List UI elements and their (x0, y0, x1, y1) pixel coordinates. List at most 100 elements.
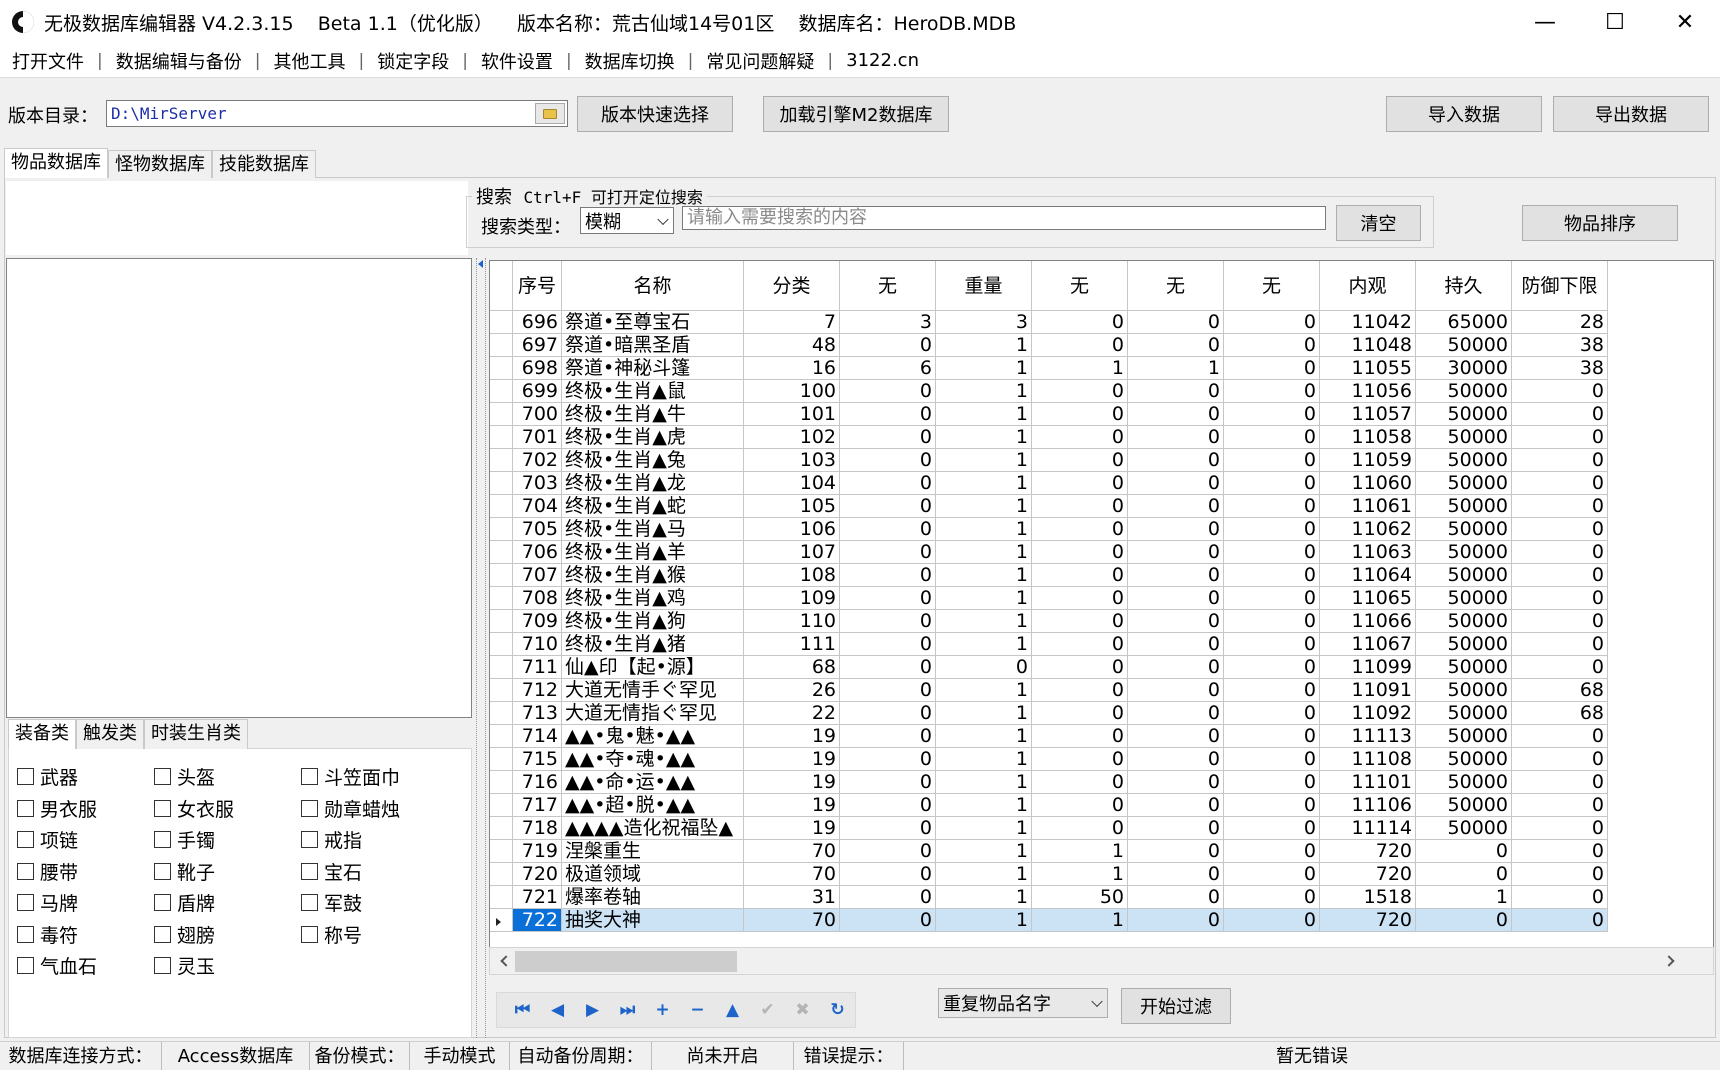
table-cell[interactable]: 0 (1128, 403, 1224, 426)
table-row[interactable]: 713 大道无情指ぐ罕见 22 0 1 0 0 0 11092 50000 68 (490, 702, 1608, 725)
table-cell[interactable]: 极道领域 (562, 863, 744, 886)
category-checkbox[interactable]: 灵玉 (154, 952, 215, 979)
checkbox-box[interactable] (154, 957, 171, 974)
table-cell[interactable]: 11058 (1320, 426, 1416, 449)
table-cell[interactable]: 0 (840, 702, 936, 725)
panel-splitter[interactable] (476, 258, 486, 1038)
table-cell[interactable]: 0 (840, 656, 936, 679)
table-cell[interactable]: 0 (1128, 863, 1224, 886)
maximize-button[interactable]: ☐ (1580, 0, 1650, 44)
table-cell[interactable]: 698 (513, 357, 562, 380)
table-cell[interactable]: 0 (1128, 449, 1224, 472)
table-cell[interactable]: 716 (513, 771, 562, 794)
table-cell[interactable]: 0 (1512, 771, 1608, 794)
item-sort-button[interactable]: 物品排序 (1522, 205, 1678, 241)
table-cell[interactable]: 0 (1512, 840, 1608, 863)
table-cell[interactable]: 710 (513, 633, 562, 656)
table-cell[interactable]: 50000 (1416, 794, 1512, 817)
table-cell[interactable]: 100 (744, 380, 840, 403)
table-cell[interactable]: 1 (936, 541, 1032, 564)
table-cell[interactable]: 0 (1224, 357, 1320, 380)
table-cell[interactable]: 0 (1128, 564, 1224, 587)
table-cell[interactable]: 50000 (1416, 656, 1512, 679)
next-record-icon[interactable]: ▶ (575, 995, 610, 1025)
cancel-record-icon[interactable]: ✖ (785, 995, 820, 1025)
menu-item-0[interactable]: 打开文件 (8, 48, 88, 74)
table-cell[interactable]: 715 (513, 748, 562, 771)
table-row[interactable]: 702 终极•生肖▲兔 103 0 1 0 0 0 11059 50000 0 (490, 449, 1608, 472)
table-cell[interactable]: 106 (744, 518, 840, 541)
table-cell[interactable]: 1 (1032, 909, 1128, 932)
table-cell[interactable]: 0 (1128, 656, 1224, 679)
column-header[interactable]: 防御下限 (1512, 261, 1608, 311)
table-cell[interactable]: 48 (744, 334, 840, 357)
checkbox-box[interactable] (17, 831, 34, 848)
table-row[interactable]: 710 终极•生肖▲猪 111 0 1 0 0 0 11067 50000 0 (490, 633, 1608, 656)
category-checkbox[interactable]: 勋章蜡烛 (301, 795, 400, 822)
checkbox-box[interactable] (154, 799, 171, 817)
table-row[interactable]: 708 终极•生肖▲鸡 109 0 1 0 0 0 11065 50000 0 (490, 587, 1608, 610)
column-header[interactable]: 无 (1032, 261, 1128, 311)
menu-item-1[interactable]: 数据编辑与备份 (112, 48, 246, 74)
table-cell[interactable]: 720 (1320, 863, 1416, 886)
table-cell[interactable]: 0 (1512, 449, 1608, 472)
table-cell[interactable]: 0 (840, 518, 936, 541)
checkbox-box[interactable] (17, 862, 34, 880)
table-cell[interactable]: 720 (1320, 909, 1416, 932)
table-cell[interactable]: 11106 (1320, 794, 1416, 817)
category-checkbox[interactable]: 武器 (17, 763, 78, 790)
table-cell[interactable]: 0 (840, 863, 936, 886)
table-cell[interactable]: 0 (1512, 863, 1608, 886)
table-cell[interactable]: 0 (1128, 840, 1224, 863)
table-cell[interactable]: 50000 (1416, 564, 1512, 587)
table-cell[interactable]: 0 (840, 725, 936, 748)
tab-0[interactable]: 物品数据库 (4, 148, 108, 178)
checkbox-box[interactable] (301, 831, 318, 848)
table-cell[interactable]: 11061 (1320, 495, 1416, 518)
table-cell[interactable]: 709 (513, 610, 562, 633)
table-cell[interactable]: 0 (1032, 748, 1128, 771)
table-cell[interactable]: 0 (1224, 380, 1320, 403)
column-header[interactable]: 内观 (1320, 261, 1416, 311)
table-cell[interactable]: 0 (840, 679, 936, 702)
table-cell[interactable]: 0 (840, 909, 936, 932)
table-cell[interactable]: 50000 (1416, 610, 1512, 633)
table-cell[interactable]: 0 (1512, 748, 1608, 771)
table-cell[interactable]: 0 (1224, 449, 1320, 472)
table-cell[interactable]: 3 (936, 311, 1032, 334)
table-cell[interactable]: 0 (840, 886, 936, 909)
table-cell[interactable]: 终极•生肖▲鸡 (562, 587, 744, 610)
table-cell[interactable]: 11057 (1320, 403, 1416, 426)
table-cell[interactable]: 0 (1512, 541, 1608, 564)
table-row[interactable]: 698 祭道•神秘斗篷 16 6 1 1 1 0 11055 30000 38 (490, 357, 1608, 380)
table-cell[interactable]: 0 (1512, 587, 1608, 610)
table-row[interactable]: 722 抽奖大神 70 0 1 1 0 0 720 0 0 (490, 909, 1608, 932)
table-cell[interactable]: 1 (936, 518, 1032, 541)
checkbox-box[interactable] (301, 925, 318, 943)
table-cell[interactable]: 50000 (1416, 725, 1512, 748)
table-cell[interactable]: 0 (1128, 541, 1224, 564)
table-cell[interactable]: 1 (936, 909, 1032, 932)
table-cell[interactable]: 0 (1128, 610, 1224, 633)
table-cell[interactable]: 65000 (1416, 311, 1512, 334)
table-cell[interactable]: 700 (513, 403, 562, 426)
category-checkbox[interactable]: 腰带 (17, 858, 78, 885)
column-header[interactable]: 重量 (936, 261, 1032, 311)
table-cell[interactable]: 50000 (1416, 587, 1512, 610)
menu-item-4[interactable]: 软件设置 (477, 48, 557, 74)
table-cell[interactable]: 涅槃重生 (562, 840, 744, 863)
table-cell[interactable]: 0 (1128, 909, 1224, 932)
table-row[interactable]: 705 终极•生肖▲马 106 0 1 0 0 0 11062 50000 0 (490, 518, 1608, 541)
table-cell[interactable]: 696 (513, 311, 562, 334)
category-checkbox[interactable]: 盾牌 (154, 889, 215, 916)
table-cell[interactable]: 1 (1032, 840, 1128, 863)
browse-folder-button[interactable] (535, 103, 565, 124)
table-cell[interactable]: 0 (1224, 725, 1320, 748)
category-checkbox[interactable]: 称号 (301, 921, 362, 948)
scroll-right-icon[interactable] (1663, 955, 1675, 967)
table-cell[interactable]: 0 (1512, 886, 1608, 909)
table-cell[interactable]: 30000 (1416, 357, 1512, 380)
table-cell[interactable]: 718 (513, 817, 562, 840)
category-checkbox[interactable]: 气血石 (17, 952, 97, 979)
table-cell[interactable]: 102 (744, 426, 840, 449)
